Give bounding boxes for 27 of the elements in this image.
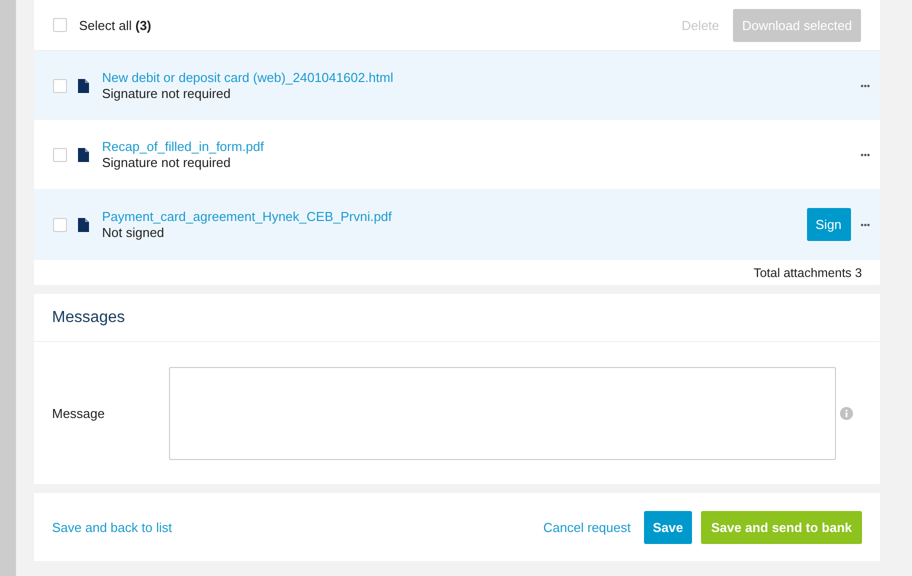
save-button[interactable]: Save: [644, 510, 692, 544]
select-all-label: Select all (3): [79, 18, 152, 32]
file-checkbox[interactable]: [53, 78, 67, 92]
message-field[interactable]: [169, 366, 836, 460]
save-and-send-button[interactable]: Save and send to bank: [701, 510, 862, 544]
save-and-back-link[interactable]: Save and back to list: [52, 520, 172, 534]
document-icon: [78, 218, 89, 232]
message-label: Message: [52, 406, 106, 420]
file-status: Signature not required: [102, 86, 232, 102]
info-icon: [840, 406, 853, 420]
more-options-button[interactable]: •••: [860, 150, 870, 160]
select-all-checkbox[interactable]: [53, 18, 67, 32]
more-options-button[interactable]: •••: [860, 80, 870, 90]
document-icon: [78, 78, 89, 92]
file-status: Not signed: [102, 224, 166, 240]
file-link[interactable]: New debit or deposit card (web)_2401041602.html: [102, 70, 394, 86]
file-checkbox[interactable]: [53, 218, 67, 232]
sign-button[interactable]: Sign: [806, 208, 851, 241]
cancel-request-link[interactable]: Cancel request: [543, 520, 631, 534]
file-link[interactable]: Recap_of_filled_in_form.pdf: [102, 138, 264, 154]
file-status: Signature not required: [102, 154, 232, 170]
total-attachments: Total attachments 3: [754, 266, 862, 280]
messages-title: Messages: [52, 308, 125, 326]
file-checkbox[interactable]: [53, 148, 67, 162]
more-options-button[interactable]: •••: [860, 220, 870, 230]
file-link[interactable]: Payment_card_agreement_Hynek_CEB_Prvni.pdf: [102, 208, 392, 224]
document-icon: [78, 148, 89, 162]
